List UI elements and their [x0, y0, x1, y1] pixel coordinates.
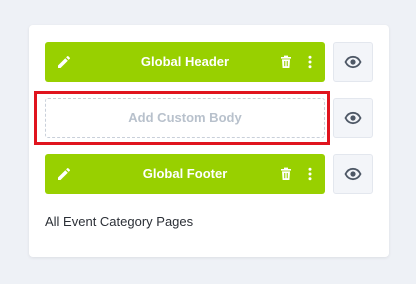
template-assignment-caption: All Event Category Pages: [45, 214, 194, 229]
eye-icon: [344, 55, 362, 69]
trash-icon[interactable]: [278, 54, 294, 70]
add-custom-body-button[interactable]: Add Custom Body: [45, 98, 325, 138]
global-footer-pill[interactable]: Global Footer: [45, 154, 325, 194]
eye-icon: [344, 167, 362, 181]
body-visibility-button[interactable]: [333, 98, 373, 138]
trash-icon[interactable]: [278, 166, 294, 182]
pencil-icon[interactable]: [56, 166, 72, 182]
kebab-menu-icon[interactable]: [302, 54, 318, 70]
footer-visibility-button[interactable]: [333, 154, 373, 194]
pencil-icon[interactable]: [56, 54, 72, 70]
eye-icon: [344, 111, 362, 125]
template-row-header: Global Header: [45, 42, 373, 82]
header-visibility-button[interactable]: [333, 42, 373, 82]
global-header-label: Global Header: [140, 54, 230, 69]
global-footer-label: Global Footer: [142, 166, 228, 181]
template-card: Global Header Add Custom Body Global Foo…: [29, 25, 389, 257]
kebab-menu-icon[interactable]: [302, 166, 318, 182]
template-row-body: Add Custom Body: [34, 91, 373, 145]
global-header-pill[interactable]: Global Header: [45, 42, 325, 82]
template-row-footer: Global Footer: [45, 154, 373, 194]
